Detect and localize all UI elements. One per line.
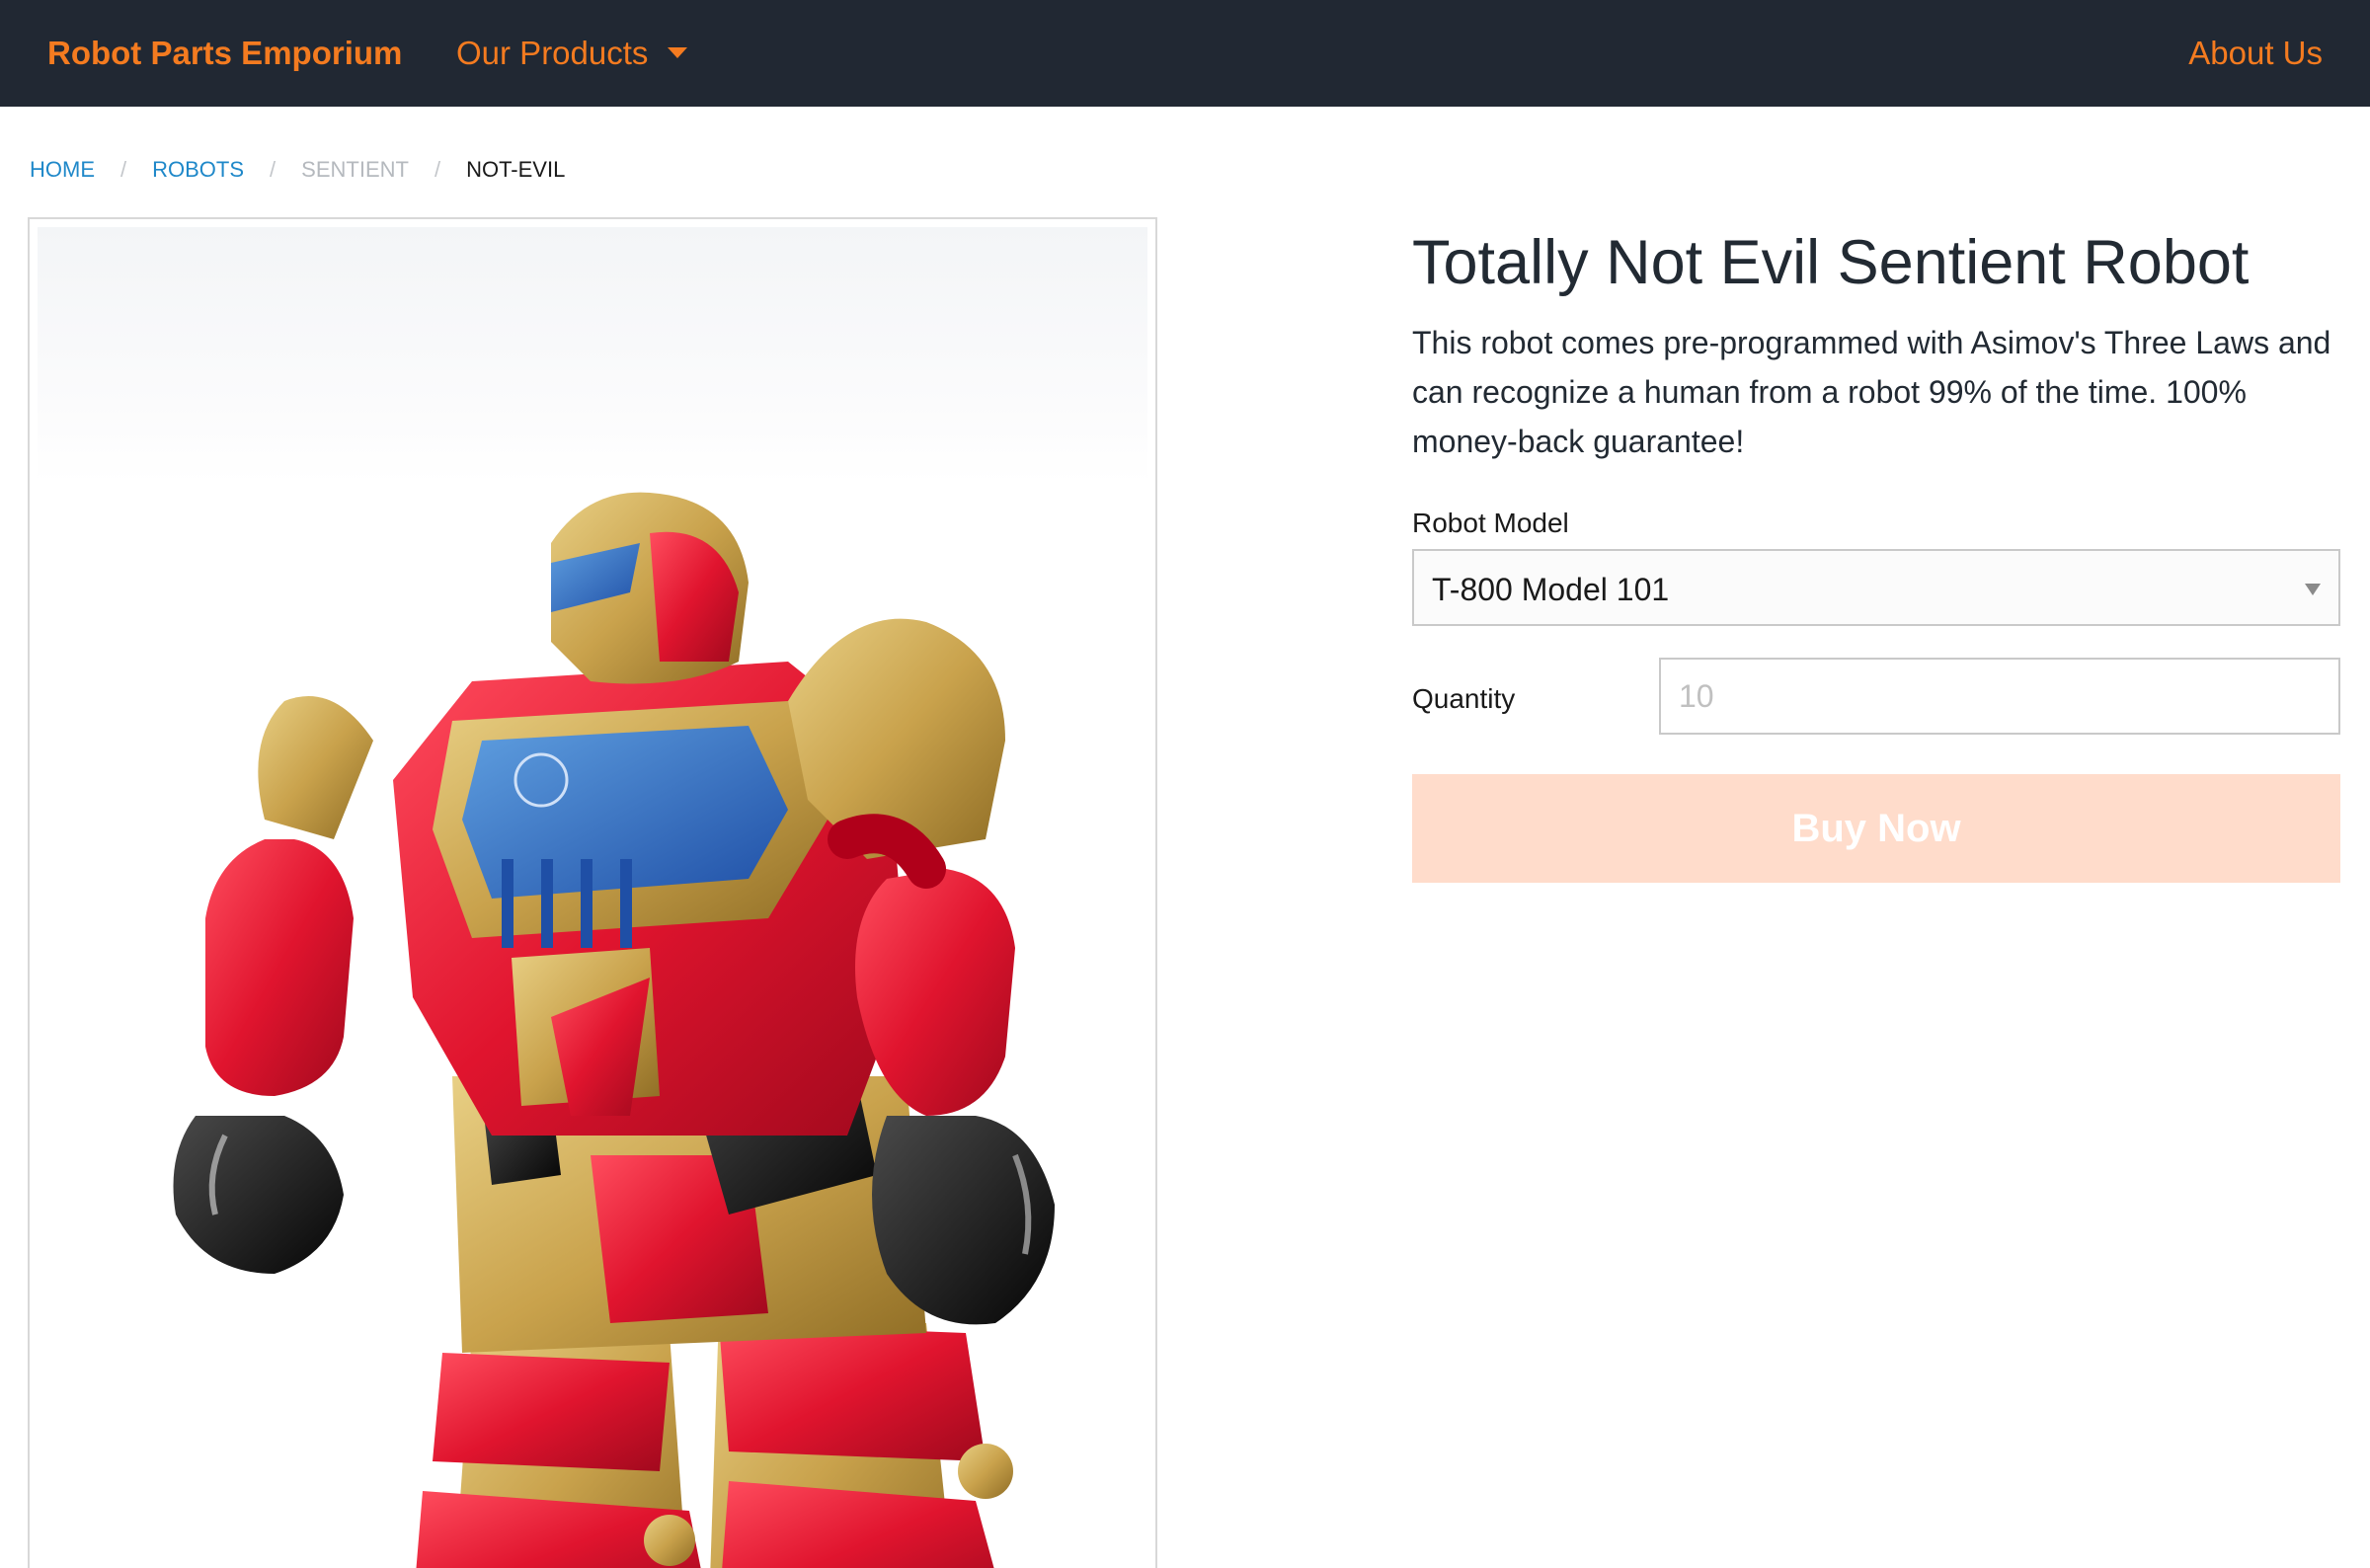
breadcrumb-current: NOT-EVIL [466, 157, 566, 182]
our-products-menu[interactable]: Our Products [456, 34, 688, 73]
our-products-label: Our Products [456, 35, 649, 71]
quantity-label: Quantity [1412, 683, 1516, 714]
breadcrumb-sentient: SENTIENT [301, 157, 409, 182]
product-description: This robot comes pre-programmed with Asi… [1412, 325, 2331, 459]
breadcrumb-robots[interactable]: ROBOTS [152, 156, 244, 184]
robot-model-select[interactable]: T-800 Model 101 [1412, 549, 2340, 626]
breadcrumb-separator: / [270, 157, 276, 182]
robot-toy-photo-icon [173, 492, 1055, 1568]
product-image [38, 227, 1147, 1568]
buy-now-button[interactable]: Buy Now [1412, 774, 2340, 883]
brand-logo-link[interactable]: Robot Parts Emporium [47, 34, 402, 73]
robot-model-label: Robot Model [1412, 508, 1569, 538]
top-navbar: Robot Parts Emporium Our Products About … [0, 0, 2370, 107]
about-us-link[interactable]: About Us [2188, 34, 2323, 73]
breadcrumb-separator: / [120, 157, 127, 182]
breadcrumb: HOME / ROBOTS / SENTIENT / NOT-EVIL [30, 156, 565, 184]
quantity-input[interactable] [1659, 658, 2340, 735]
product-image-frame [28, 217, 1157, 1568]
product-title: Totally Not Evil Sentient Robot [1412, 228, 2250, 297]
caret-down-icon [668, 46, 688, 58]
dropdown-arrow-icon [2305, 584, 2321, 595]
breadcrumb-separator: / [434, 157, 441, 182]
breadcrumb-home[interactable]: HOME [30, 156, 95, 184]
robot-model-value: T-800 Model 101 [1432, 572, 1670, 607]
